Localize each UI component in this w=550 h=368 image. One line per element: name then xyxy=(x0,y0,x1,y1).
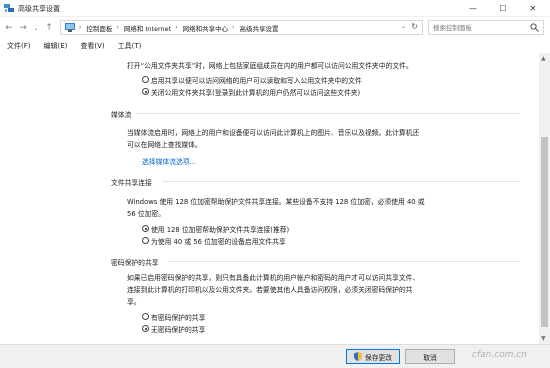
window-title: 高级共享设置 xyxy=(18,5,60,13)
password-sharing-description-cont: 连接到此计算机的打印机以及公用文件夹。若要使其他人具备访问权限，必须关闭密码保护… xyxy=(127,286,413,294)
file-sharing-header: 文件共享连接 xyxy=(111,179,152,187)
media-streaming-header: 媒体流 xyxy=(111,111,132,119)
title-bar: 高级共享设置 — ☐ ✕ xyxy=(0,0,550,17)
media-streaming-description: 当媒体流启用时，网络上的用户和设备便可以访问此计算机上的图片、音乐以及视频。此计… xyxy=(127,129,420,137)
scroll-thumb[interactable] xyxy=(541,137,548,327)
breadcrumb-separator: › xyxy=(175,24,178,31)
file-sharing-description: Windows 使用 128 位加密帮助保护文件共享连接。某些设备不支持 128… xyxy=(127,198,425,206)
encryption-128-label[interactable]: 使用 128 位加密帮助保护文件共享连接(推荐) xyxy=(151,224,289,234)
public-folder-description: 打开“公用文件夹共享”时，网络上包括家庭组成员在内的用户都可以访问公用文件夹中的… xyxy=(127,62,413,70)
menu-bar: 文件(F) 编辑(E) 查看(V) 工具(T) xyxy=(0,39,550,53)
breadcrumb-advanced-sharing[interactable]: 高级共享设置 xyxy=(240,23,279,33)
footer-bar: 保存更改 取消 xyxy=(0,344,550,368)
menu-file[interactable]: 文件(F) xyxy=(7,41,31,51)
password-protected-on-label[interactable]: 有密码保护的共享 xyxy=(151,312,205,322)
password-sharing-header: 密码保护的共享 xyxy=(111,259,159,267)
breadcrumb-network-internet[interactable]: 网络和 Internet xyxy=(124,23,171,33)
address-bar: ← → ⌄ ↑ › 控制面板 › 网络和 Internet › 网络和共享中心 … xyxy=(0,17,550,39)
section-divider xyxy=(162,181,520,182)
cancel-button[interactable]: 取消 xyxy=(405,349,455,364)
scroll-down-icon[interactable]: ▼ xyxy=(541,335,546,342)
password-protected-off-label[interactable]: 无密码保护的共享 xyxy=(151,324,205,334)
close-button[interactable]: ✕ xyxy=(522,0,544,17)
vertical-scrollbar[interactable]: ▲ ▼ xyxy=(539,53,550,344)
breadcrumb-separator: › xyxy=(116,24,119,31)
media-streaming-options-link[interactable]: 选择媒体流选项... xyxy=(142,156,196,166)
network-sharing-icon xyxy=(4,4,14,12)
cancel-label: 取消 xyxy=(423,353,437,362)
maximize-button[interactable]: ☐ xyxy=(492,0,514,17)
public-folder-off-radio[interactable] xyxy=(142,88,149,95)
public-folder-on-radio[interactable] xyxy=(142,76,149,83)
public-folder-off-label[interactable]: 关闭公用文件夹共享(登录到此计算机的用户仍然可以访问这些文件夹) xyxy=(151,87,360,97)
control-panel-icon xyxy=(65,23,75,32)
media-streaming-description-cont: 可以在网络上查找媒体。 xyxy=(127,141,202,149)
save-changes-button[interactable]: 保存更改 xyxy=(346,349,400,364)
forward-button[interactable]: → xyxy=(17,21,29,35)
encryption-40-56-label[interactable]: 为使用 40 或 56 位加密的设备启用文件共享 xyxy=(151,236,286,246)
address-box[interactable]: › 控制面板 › 网络和 Internet › 网络和共享中心 › 高级共享设置… xyxy=(60,20,423,35)
uac-shield-icon xyxy=(353,352,362,361)
password-protected-off-radio[interactable] xyxy=(142,325,149,332)
back-button[interactable]: ← xyxy=(3,21,15,35)
encryption-40-56-radio[interactable] xyxy=(142,237,149,244)
section-divider xyxy=(168,261,520,262)
search-input[interactable] xyxy=(429,21,529,34)
section-divider xyxy=(136,113,520,114)
up-button[interactable]: ↑ xyxy=(43,21,55,35)
password-sharing-description-end: 享。 xyxy=(127,298,141,306)
settings-content: 打开“公用文件夹共享”时，网络上包括家庭组成员在内的用户都可以访问公用文件夹中的… xyxy=(0,53,539,344)
encryption-128-radio[interactable] xyxy=(142,225,149,232)
public-folder-on-label[interactable]: 启用共享以便可以访问网络的用户可以读取和写入公用文件夹中的文件 xyxy=(151,75,362,85)
recent-dropdown-button[interactable]: ⌄ xyxy=(30,21,42,35)
menu-edit[interactable]: 编辑(E) xyxy=(44,41,68,51)
search-icon[interactable] xyxy=(530,23,539,32)
breadcrumb-network-sharing-center[interactable]: 网络和共享中心 xyxy=(183,23,229,33)
search-box xyxy=(428,20,544,35)
file-sharing-description-cont: 56 位加密。 xyxy=(127,210,165,218)
breadcrumb-separator: › xyxy=(232,24,235,31)
breadcrumb-separator: › xyxy=(79,24,82,31)
refresh-icon[interactable]: ↻ xyxy=(411,22,418,31)
watermark: cfan.com.cn xyxy=(472,350,527,360)
breadcrumb-control-panel[interactable]: 控制面板 xyxy=(86,23,112,33)
password-protected-on-radio[interactable] xyxy=(142,313,149,320)
address-dropdown-icon[interactable]: ⌄ xyxy=(401,23,406,30)
menu-tools[interactable]: 工具(T) xyxy=(118,41,142,51)
save-changes-label: 保存更改 xyxy=(364,353,393,362)
password-sharing-description: 如果已启用密码保护的共享，则只有具备此计算机的用户帐户和密码的用户才可以访问共享… xyxy=(127,274,420,282)
minimize-button[interactable]: — xyxy=(462,0,484,17)
scroll-up-icon[interactable]: ▲ xyxy=(541,55,546,62)
menu-view[interactable]: 查看(V) xyxy=(80,41,104,51)
